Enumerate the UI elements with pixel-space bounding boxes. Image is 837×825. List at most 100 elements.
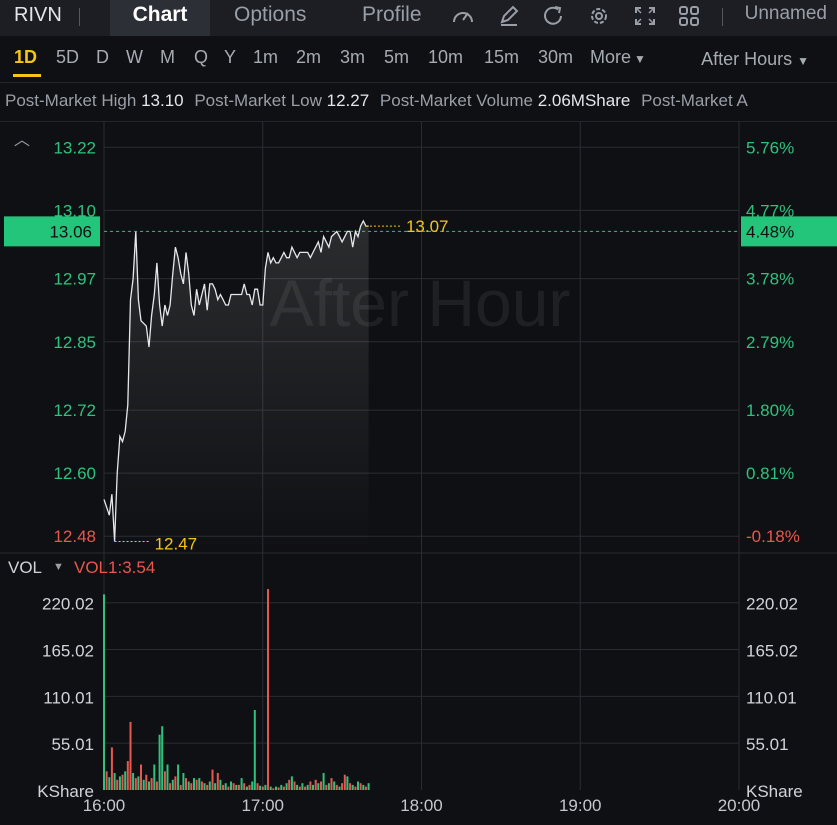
volume-bar: [108, 777, 111, 790]
volume-bar: [261, 786, 264, 790]
volume-bar: [177, 764, 180, 790]
volume-bar: [110, 747, 113, 790]
volume-bar: [134, 778, 137, 790]
volume-bar: [367, 783, 370, 790]
price-tick-label: 12.97: [53, 270, 96, 289]
volume-bar: [208, 781, 211, 790]
volume-bar: [357, 781, 359, 790]
volume-unit-label: KShare: [746, 782, 803, 801]
volume-tick-label: 220.02: [746, 595, 798, 614]
volume-bar: [169, 783, 172, 790]
volume-bar: [216, 773, 219, 790]
volume-bar: [317, 783, 320, 790]
volume-bar: [227, 786, 230, 790]
x-tick-label: 19:00: [559, 796, 602, 815]
volume-bar: [224, 783, 227, 790]
volume-bar: [124, 771, 127, 790]
volume-bar: [253, 710, 256, 790]
volume-bar: [153, 764, 156, 790]
current-percent-label: 4.48%: [746, 222, 794, 241]
volume-bar: [314, 779, 317, 790]
volume-bar: [232, 783, 235, 790]
percent-tick-label: 0.81%: [746, 464, 794, 483]
volume-bar: [105, 771, 108, 790]
volume-bar: [121, 774, 124, 790]
volume-bar: [272, 788, 275, 790]
volume-bar: [137, 776, 140, 790]
volume-bar: [301, 783, 304, 790]
price-tick-label: 12.48: [53, 527, 96, 546]
volume-bar: [364, 786, 367, 790]
volume-title[interactable]: VOL: [8, 558, 42, 578]
percent-tick-label: 5.76%: [746, 138, 794, 157]
volume-bar: [203, 783, 206, 790]
volume-bar: [211, 769, 214, 790]
volume-bar: [166, 764, 169, 790]
volume-bar: [179, 784, 182, 790]
volume-bar: [145, 774, 148, 790]
volume-bar: [275, 786, 277, 790]
volume-bar: [333, 781, 336, 790]
volume-bar: [354, 786, 357, 790]
volume-bar: [142, 779, 145, 790]
volume-bar: [155, 781, 158, 790]
volume-bar: [296, 784, 299, 790]
volume-bar: [187, 781, 190, 790]
percent-tick-label: -0.18%: [746, 527, 800, 546]
volume-bar: [195, 779, 198, 790]
volume-bar: [230, 781, 232, 790]
volume-bar: [116, 779, 119, 790]
volume-bar: [282, 786, 285, 790]
volume-bar: [206, 784, 209, 790]
volume-bar: [113, 773, 116, 790]
volume-bar: [341, 783, 344, 790]
volume-bar: [346, 776, 349, 790]
volume-bar: [298, 786, 301, 790]
volume-bar: [193, 778, 195, 790]
volume-bar: [190, 783, 193, 790]
volume-bar: [306, 784, 309, 790]
volume-tick-label: 55.01: [51, 735, 94, 754]
volume-bar: [335, 784, 338, 790]
volume-bar: [140, 764, 142, 790]
volume-bar: [304, 786, 307, 790]
volume-bar: [132, 773, 135, 790]
volume-bar: [219, 779, 222, 790]
volume-bar: [126, 761, 129, 790]
volume-tick-label: 165.02: [746, 642, 798, 661]
x-tick-label: 17:00: [241, 796, 284, 815]
volume-indicator-label: VOL1:3.54: [74, 558, 156, 577]
percent-tick-label: 3.78%: [746, 270, 794, 289]
volume-bar: [243, 783, 246, 790]
volume-bar: [285, 783, 288, 790]
price-tick-label: 12.60: [53, 464, 96, 483]
volume-bar: [200, 781, 203, 790]
volume-tick-label: 55.01: [746, 735, 789, 754]
volume-tick-label: 110.01: [746, 688, 797, 707]
caret-down-icon[interactable]: ▼: [53, 561, 64, 573]
volume-bar: [163, 771, 166, 790]
volume-bar: [322, 773, 325, 790]
price-tick-label: 12.85: [53, 333, 96, 352]
volume-tick-label: 165.02: [42, 642, 94, 661]
volume-bar: [214, 783, 217, 790]
volume-bar: [182, 773, 185, 790]
volume-bar: [245, 786, 248, 790]
volume-bar: [174, 776, 177, 790]
volume-bar: [256, 783, 259, 790]
collapse-chevron-icon[interactable]: ︿: [14, 126, 30, 150]
high-marker-label: 13.07: [406, 217, 449, 236]
low-marker-label: 12.47: [155, 534, 198, 553]
percent-tick-label: 1.80%: [746, 401, 794, 420]
volume-bar: [349, 783, 352, 790]
volume-bar: [325, 784, 328, 790]
volume-bar: [290, 776, 293, 790]
volume-bar: [198, 778, 201, 790]
volume-bar: [320, 781, 322, 790]
volume-bar: [222, 784, 225, 790]
volume-bar: [259, 785, 262, 790]
price-volume-chart[interactable]: 16:00 17:00 18:00 19:00 20:0013.22 5.76%13.10…: [0, 0, 837, 825]
volume-bar: [330, 778, 333, 790]
volume-bar: [312, 784, 314, 790]
volume-bar: [264, 784, 267, 790]
